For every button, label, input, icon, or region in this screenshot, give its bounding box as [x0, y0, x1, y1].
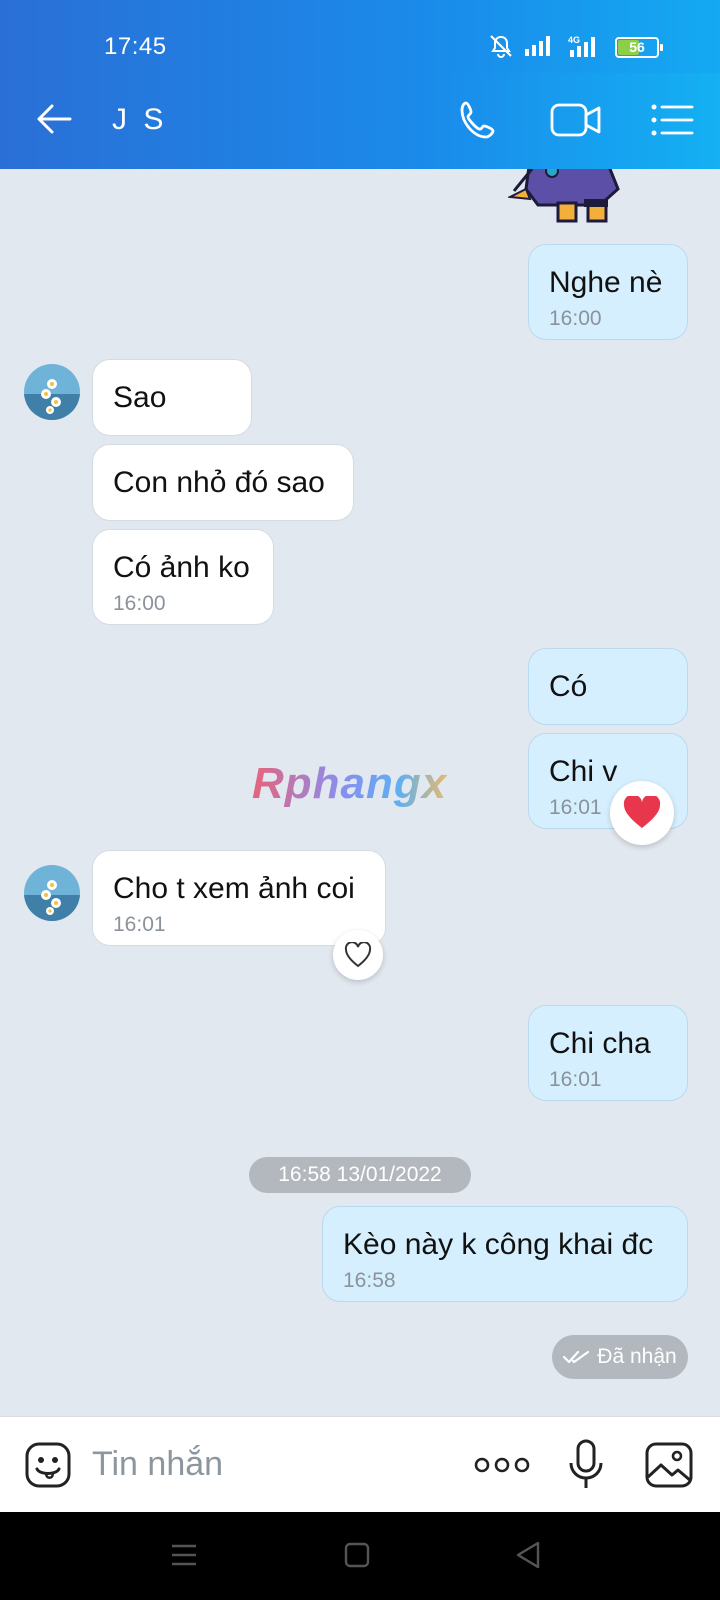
message-text: Có ảnh ko — [113, 551, 250, 584]
system-nav-bar — [0, 1512, 720, 1600]
delivery-status-badge: Đã nhận — [552, 1335, 688, 1379]
svg-text:4G: 4G — [568, 35, 580, 45]
image-gallery-icon[interactable] — [644, 1441, 694, 1489]
status-icons: 4G — [488, 34, 600, 58]
battery-level: 56 — [629, 39, 645, 55]
message-text: Nghe nè — [549, 266, 663, 299]
menu-list-icon[interactable] — [650, 97, 694, 143]
contact-avatar[interactable] — [24, 865, 80, 921]
message-incoming[interactable]: Cho t xem ảnh coi 16:01 — [92, 850, 386, 946]
message-incoming[interactable]: Sao — [92, 359, 252, 436]
message-incoming[interactable]: Có ảnh ko 16:00 — [92, 529, 274, 625]
message-time: 16:00 — [113, 592, 166, 615]
double-check-icon — [563, 1350, 590, 1364]
message-composer: Tin nhắn — [0, 1416, 720, 1512]
video-call-icon[interactable] — [550, 97, 602, 143]
home-icon[interactable] — [343, 1541, 371, 1569]
status-bar: 17:45 4G 56 — [0, 0, 720, 73]
red-heart-icon — [623, 796, 661, 828]
message-outgoing[interactable]: Có — [528, 648, 688, 725]
message-text: Chi cha — [549, 1027, 651, 1060]
back-arrow-icon[interactable] — [34, 99, 74, 139]
chat-header: J S — [0, 73, 720, 169]
microphone-icon[interactable] — [568, 1439, 604, 1491]
message-text: Cho t xem ảnh coi — [113, 872, 355, 905]
message-outgoing[interactable]: Nghe nè 16:00 — [528, 244, 688, 340]
heart-outline-icon — [344, 942, 372, 968]
avatar-daisy-image — [24, 865, 80, 921]
contact-name[interactable]: J S — [112, 103, 167, 137]
message-input[interactable]: Tin nhắn — [92, 1445, 223, 1484]
message-list[interactable]: Nghe nè 16:00 Sao Con nhỏ đó sao Có ảnh … — [0, 169, 720, 1416]
more-options-icon[interactable] — [474, 1453, 530, 1477]
heart-reaction-badge[interactable] — [610, 781, 674, 845]
message-text: Sao — [113, 381, 167, 414]
phone-icon[interactable] — [456, 97, 502, 143]
avatar-daisy-image — [24, 364, 80, 420]
react-button[interactable] — [333, 930, 383, 980]
nav-back-icon[interactable] — [514, 1540, 542, 1570]
sticker-character-image[interactable] — [508, 169, 638, 229]
message-time: 16:00 — [549, 307, 602, 330]
message-time: 16:01 — [549, 1068, 602, 1091]
message-text: Con nhỏ đó sao — [113, 466, 325, 499]
emoji-sticker-icon[interactable] — [24, 1441, 72, 1489]
message-outgoing[interactable]: Kèo này k công khai đc 16:58 — [322, 1206, 688, 1302]
message-time: 16:01 — [113, 913, 166, 936]
delivery-status-text: Đã nhận — [597, 1345, 677, 1368]
signal-4g-icon: 4G — [568, 35, 595, 57]
mute-bell-icon — [490, 35, 512, 58]
status-time: 17:45 — [104, 33, 167, 60]
signal-icon — [525, 36, 550, 56]
contact-avatar[interactable] — [24, 364, 80, 420]
watermark-logo: Rphangx — [252, 759, 448, 808]
date-separator: 16:58 13/01/2022 — [249, 1157, 471, 1193]
recent-apps-icon[interactable] — [170, 1542, 198, 1568]
battery-icon: 56 — [615, 37, 663, 58]
message-text: Có — [549, 670, 588, 703]
message-incoming[interactable]: Con nhỏ đó sao — [92, 444, 354, 521]
message-text: Kèo này k công khai đc — [343, 1228, 654, 1261]
message-outgoing[interactable]: Chi cha 16:01 — [528, 1005, 688, 1101]
message-time: 16:58 — [343, 1269, 396, 1292]
